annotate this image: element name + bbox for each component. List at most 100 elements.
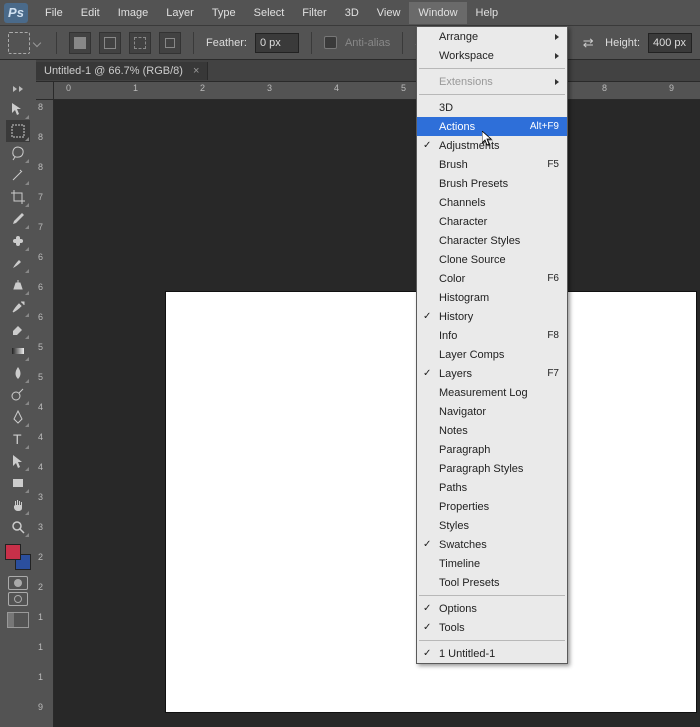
zoom-tool[interactable] — [6, 516, 30, 538]
spot-healing-tool[interactable] — [6, 230, 30, 252]
menu-window[interactable]: Window — [409, 2, 466, 24]
menu-item-arrange[interactable]: Arrange — [417, 27, 567, 46]
quickmask-mode-icon[interactable] — [8, 592, 28, 606]
menu-item-notes[interactable]: Notes — [417, 421, 567, 440]
crop-tool[interactable] — [6, 186, 30, 208]
rectangle-tool[interactable] — [6, 472, 30, 494]
subtract-selection-button[interactable] — [129, 32, 151, 54]
check-icon: ✓ — [423, 368, 431, 379]
menu-item-tool-presets[interactable]: Tool Presets — [417, 573, 567, 592]
menu-item-extensions: Extensions — [417, 72, 567, 91]
ruler-tick: 4 — [38, 402, 43, 412]
menu-item-character[interactable]: Character — [417, 212, 567, 231]
menu-item-label: Character Styles — [439, 235, 520, 247]
horizontal-ruler[interactable]: 0123456789 — [54, 82, 700, 100]
path-selection-tool[interactable] — [6, 450, 30, 472]
move-tool[interactable] — [6, 98, 30, 120]
screen-mode-button[interactable] — [7, 612, 29, 628]
brush-tool[interactable] — [6, 252, 30, 274]
close-tab-icon[interactable]: × — [193, 65, 199, 77]
menu-item-character-styles[interactable]: Character Styles — [417, 231, 567, 250]
menu-3d[interactable]: 3D — [336, 2, 368, 24]
magic-wand-tool[interactable] — [6, 164, 30, 186]
ruler-tick: 4 — [38, 462, 43, 472]
menu-item-3d[interactable]: 3D — [417, 98, 567, 117]
menu-item-options[interactable]: ✓Options — [417, 599, 567, 618]
menu-item-history[interactable]: ✓History — [417, 307, 567, 326]
dodge-tool[interactable] — [6, 384, 30, 406]
active-tool-preset-icon[interactable] — [8, 32, 30, 54]
menu-item-timeline[interactable]: Timeline — [417, 554, 567, 573]
standard-mode-icon[interactable] — [8, 576, 28, 590]
menu-item-channels[interactable]: Channels — [417, 193, 567, 212]
menu-item-label: Paragraph Styles — [439, 463, 523, 475]
menu-help[interactable]: Help — [467, 2, 508, 24]
menu-item-label: Brush — [439, 159, 468, 171]
menu-item-brush[interactable]: BrushF5 — [417, 155, 567, 174]
menu-item-label: Styles — [439, 520, 469, 532]
document-tab[interactable]: Untitled-1 @ 66.7% (RGB/8) × — [36, 62, 208, 80]
menu-filter[interactable]: Filter — [293, 2, 335, 24]
add-selection-button[interactable] — [99, 32, 121, 54]
menu-item-histogram[interactable]: Histogram — [417, 288, 567, 307]
marquee-tool[interactable] — [6, 120, 30, 142]
menu-item-layer-comps[interactable]: Layer Comps — [417, 345, 567, 364]
menu-edit[interactable]: Edit — [72, 2, 109, 24]
menu-item-properties[interactable]: Properties — [417, 497, 567, 516]
menu-image[interactable]: Image — [109, 2, 158, 24]
menu-item-paths[interactable]: Paths — [417, 478, 567, 497]
menu-item-1-untitled-1[interactable]: ✓1 Untitled-1 — [417, 644, 567, 663]
hand-tool[interactable] — [6, 494, 30, 516]
swap-dimensions-icon[interactable]: ⇄ — [579, 34, 597, 52]
menu-item-paragraph-styles[interactable]: Paragraph Styles — [417, 459, 567, 478]
feather-input[interactable] — [255, 33, 299, 53]
ruler-origin[interactable] — [36, 82, 54, 100]
menu-item-layers[interactable]: ✓LayersF7 — [417, 364, 567, 383]
options-bar: Feather: Anti-alias Style: ⇄ Height: — [0, 26, 700, 60]
lasso-tool[interactable] — [6, 142, 30, 164]
menu-layer[interactable]: Layer — [157, 2, 203, 24]
menu-item-clone-source[interactable]: Clone Source — [417, 250, 567, 269]
menu-select[interactable]: Select — [245, 2, 294, 24]
toolbox: T — [0, 82, 36, 630]
menu-item-color[interactable]: ColorF6 — [417, 269, 567, 288]
height-input[interactable] — [648, 33, 692, 53]
menu-shortcut: F6 — [547, 273, 559, 284]
blur-tool[interactable] — [6, 362, 30, 384]
menu-item-measurement-log[interactable]: Measurement Log — [417, 383, 567, 402]
intersect-selection-button[interactable] — [159, 32, 181, 54]
tool-preset-dropdown-icon[interactable] — [33, 38, 41, 46]
toolbox-collapse-icon[interactable] — [3, 84, 33, 94]
menu-item-label: Properties — [439, 501, 489, 513]
eyedropper-tool[interactable] — [6, 208, 30, 230]
check-icon: ✓ — [423, 539, 431, 550]
menu-item-tools[interactable]: ✓Tools — [417, 618, 567, 637]
check-icon: ✓ — [423, 603, 431, 614]
new-selection-button[interactable] — [69, 32, 91, 54]
menu-item-styles[interactable]: Styles — [417, 516, 567, 535]
menu-item-paragraph[interactable]: Paragraph — [417, 440, 567, 459]
clone-stamp-tool[interactable] — [6, 274, 30, 296]
antialias-checkbox[interactable] — [324, 36, 337, 49]
ruler-tick: 9 — [669, 83, 674, 93]
gradient-tool[interactable] — [6, 340, 30, 362]
menu-item-workspace[interactable]: Workspace — [417, 46, 567, 65]
foreground-color-swatch[interactable] — [5, 544, 21, 560]
vertical-ruler[interactable]: 888776665544433221119 — [36, 100, 54, 727]
menu-item-swatches[interactable]: ✓Swatches — [417, 535, 567, 554]
type-tool[interactable]: T — [6, 428, 30, 450]
menu-item-brush-presets[interactable]: Brush Presets — [417, 174, 567, 193]
feather-label: Feather: — [206, 37, 247, 49]
ruler-tick: 3 — [38, 492, 43, 502]
menu-item-info[interactable]: InfoF8 — [417, 326, 567, 345]
color-swatches[interactable] — [5, 544, 31, 570]
menu-item-navigator[interactable]: Navigator — [417, 402, 567, 421]
menu-separator — [419, 94, 565, 95]
eraser-tool[interactable] — [6, 318, 30, 340]
history-brush-tool[interactable] — [6, 296, 30, 318]
separator — [193, 32, 194, 54]
pen-tool[interactable] — [6, 406, 30, 428]
menu-view[interactable]: View — [368, 2, 410, 24]
menu-file[interactable]: File — [36, 2, 72, 24]
menu-type[interactable]: Type — [203, 2, 245, 24]
